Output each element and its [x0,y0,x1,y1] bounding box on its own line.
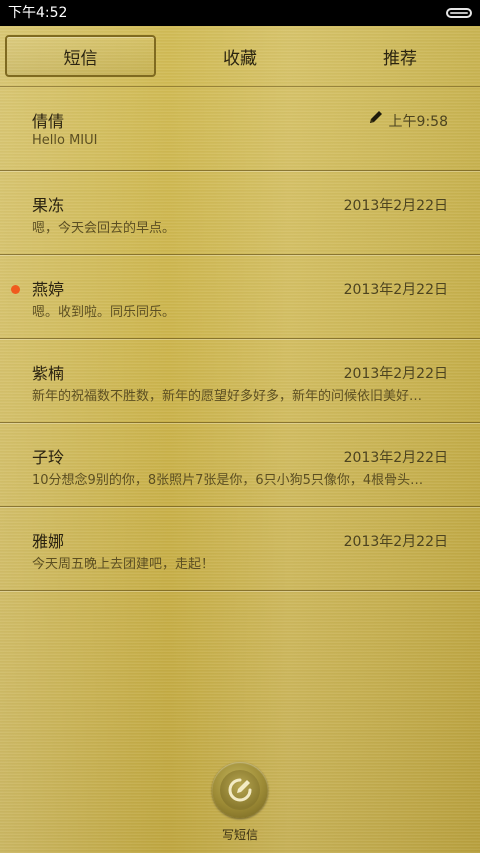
message-date: 2013年2月22日 [343,366,448,382]
compose-label: 写短信 [221,828,258,842]
message-date: 2013年2月22日 [343,534,448,550]
conversation-row[interactable]: 雅娜 2013年2月22日 今天周五晚上去团建吧，走起！ [0,507,480,591]
battery-fill [450,12,468,14]
compose-button[interactable] [212,762,268,818]
contact-name: 果冻 [32,196,65,215]
conversation-row[interactable]: 倩倩 上午9:58 Hello MIUI [0,86,480,171]
unread-indicator-icon [11,285,20,294]
tab-favorites[interactable]: 收藏 [165,35,315,77]
conversation-row[interactable]: 燕婷 2013年2月22日 嗯。收到啦。同乐同乐。 [0,255,480,339]
message-date: 2013年2月22日 [343,450,448,466]
message-time: 上午9:58 [388,114,448,130]
contact-name: 倩倩 [32,112,65,131]
conversation-row[interactable]: 子玲 2013年2月22日 10分想念9别的你，8张照片7张是你，6只小狗5只像… [0,423,480,507]
compose-icon [228,778,252,802]
message-preview: 新年的祝福数不胜数，新年的愿望好多好多，新年的问候依旧美好… [32,389,423,404]
tab-recommended[interactable]: 推荐 [325,35,475,77]
contact-name: 燕婷 [32,280,65,299]
conversation-row[interactable]: 果冻 2013年2月22日 嗯，今天会回去的早点。 [0,171,480,255]
tab-messages[interactable]: 短信 [5,35,156,77]
tab-label: 推荐 [383,48,417,69]
message-preview: 嗯，今天会回去的早点。 [32,221,176,236]
battery-icon [446,8,472,18]
message-preview: Hello MIUI [32,133,98,148]
contact-name: 子玲 [32,448,65,467]
tab-label: 短信 [63,48,98,69]
status-time: 下午4:52 [8,5,68,21]
message-preview: 嗯。收到啦。同乐同乐。 [32,305,176,320]
message-date: 2013年2月22日 [343,198,448,214]
contact-name: 紫楠 [32,364,65,383]
pencil-icon [370,111,382,123]
contact-name: 雅娜 [32,532,65,551]
conversation-list: 倩倩 上午9:58 Hello MIUI 果冻 2013年2月22日 嗯，今天会… [0,86,480,591]
message-date: 2013年2月22日 [343,282,448,298]
message-preview: 10分想念9别的你，8张照片7张是你，6只小狗5只像你，4根骨头… [32,473,424,488]
compose-button-inner [220,770,260,810]
conversation-row[interactable]: 紫楠 2013年2月22日 新年的祝福数不胜数，新年的愿望好多好多，新年的问候依… [0,339,480,423]
status-bar: 下午4:52 [0,0,480,26]
tab-bar: 短信 收藏 推荐 [0,26,480,86]
tab-label: 收藏 [223,48,257,69]
message-preview: 今天周五晚上去团建吧，走起！ [32,557,215,572]
